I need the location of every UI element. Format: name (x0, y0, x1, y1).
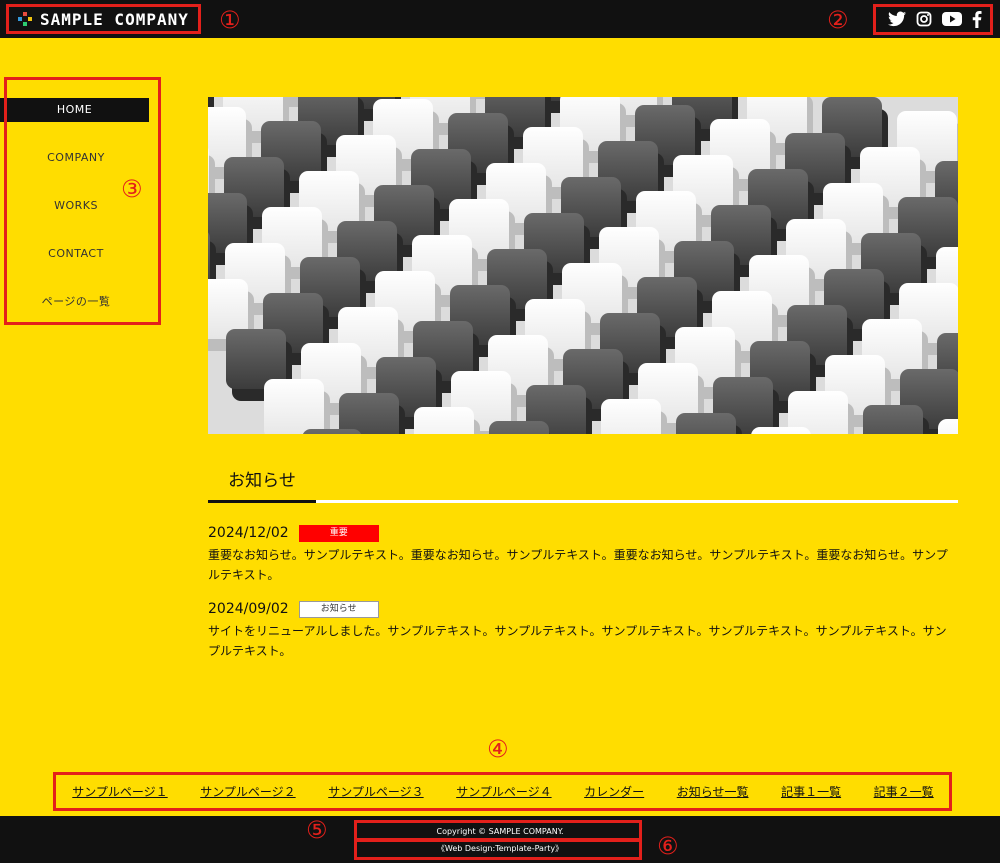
cube-face (676, 413, 736, 434)
annotation-number-4: ④ (487, 735, 509, 763)
cube-face (414, 407, 474, 434)
cube-face (751, 427, 811, 434)
news-text: 重要なお知らせ。サンプルテキスト。重要なお知らせ。サンプルテキスト。重要なお知ら… (208, 548, 948, 582)
news-badge-important: 重要 (298, 524, 379, 542)
news-badge-info: お知らせ (298, 600, 379, 618)
news-text: サイトをリニューアルしました。サンプルテキスト。サンプルテキスト。サンプルテキス… (208, 624, 947, 658)
cube-face (489, 421, 549, 434)
news-item: 2024/12/02 重要 重要なお知らせ。サンプルテキスト。重要なお知らせ。サ… (208, 522, 958, 585)
cube-face (601, 399, 661, 434)
annotation-box-6 (354, 839, 642, 860)
news-section-header: お知らせ (208, 467, 958, 503)
news-list: 2024/12/02 重要 重要なお知らせ。サンプルテキスト。重要なお知らせ。サ… (208, 522, 958, 674)
annotation-box-1 (6, 4, 201, 34)
cube-face (264, 379, 324, 434)
cube-face (863, 405, 923, 434)
hero-cube-pattern (208, 97, 958, 434)
annotation-box-4 (53, 772, 952, 811)
annotation-box-5 (354, 820, 642, 841)
annotation-number-3: ③ (121, 175, 143, 203)
news-date: 2024/09/02 (208, 601, 289, 617)
annotation-number-6: ⑥ (657, 832, 679, 860)
cube-face (302, 429, 362, 434)
annotation-number-5: ⑤ (306, 816, 328, 844)
annotation-box-2 (873, 4, 993, 35)
hero-image (208, 97, 958, 434)
news-date: 2024/12/02 (208, 525, 289, 541)
cube-face (339, 393, 399, 434)
annotation-number-1: ① (219, 6, 241, 34)
news-item: 2024/09/02 お知らせ サイトをリニューアルしました。サンプルテキスト。… (208, 598, 958, 661)
news-heading: お知らせ (208, 467, 316, 503)
annotation-number-2: ② (827, 6, 849, 34)
